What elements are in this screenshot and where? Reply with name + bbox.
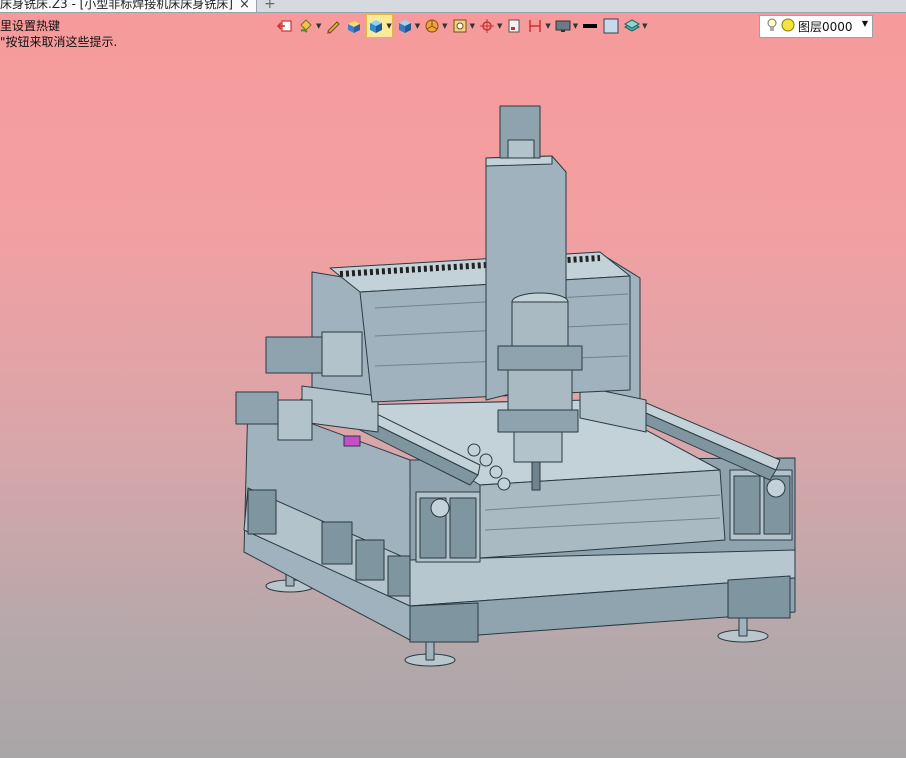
color-swatch-button[interactable] <box>602 15 620 37</box>
line-black-icon <box>581 17 599 35</box>
gantry-beam <box>329 251 631 403</box>
hotkey-hint-text: 里设置热键 <box>0 19 61 33</box>
layers-icon <box>623 17 641 35</box>
render-cube-icon <box>396 17 414 35</box>
pencil-icon <box>324 17 342 35</box>
paint-bucket-icon <box>297 17 315 35</box>
color-swatch-icon <box>602 17 620 35</box>
dimension-icon <box>526 17 544 35</box>
shaded-cube-button[interactable]: ▼ <box>366 14 393 38</box>
chevron-down-icon[interactable]: ▼ <box>862 19 868 28</box>
cad-viewport[interactable] <box>0 40 906 758</box>
dimension-button[interactable]: ▼ <box>526 15 551 37</box>
render-cube-button[interactable]: ▼ <box>396 15 420 37</box>
exit-button[interactable] <box>276 15 294 37</box>
layer-name: 图层0000 <box>798 20 853 34</box>
view-frame-icon <box>451 17 469 35</box>
layers-button[interactable]: ▼ <box>623 15 648 37</box>
document-tab[interactable]: 床身铣床.Z3 - [小型非标焊接机床床身铣床] × <box>0 0 257 12</box>
light-bulb-icon[interactable] <box>766 18 778 35</box>
display-button[interactable]: ▼ <box>554 15 578 37</box>
box-solid-icon <box>345 17 363 35</box>
sheet-icon <box>505 17 523 35</box>
pie-filter-button[interactable]: ▼ <box>423 15 448 37</box>
view-frame-button[interactable]: ▼ <box>451 15 475 37</box>
line-black-button[interactable] <box>581 15 599 37</box>
snap-target-icon <box>478 17 496 35</box>
display-icon <box>554 17 572 35</box>
view-toolbar: ▼ ▼ ▼ ▼ ▼ ▼ ▼ ▼ ▼ <box>276 14 651 38</box>
close-icon[interactable]: × <box>239 0 250 12</box>
pencil-button[interactable] <box>324 15 342 37</box>
layer-select[interactable]: 图层0000 ▼ <box>759 15 873 38</box>
sheet-button[interactable] <box>505 15 523 37</box>
document-tab-title: 床身铣床.Z3 - [小型非标焊接机床床身铣床] <box>0 0 233 11</box>
paint-bucket-button[interactable]: ▼ <box>297 15 321 37</box>
y-axis-motor <box>265 331 363 377</box>
shaded-cube-icon <box>367 17 385 35</box>
layer-color-icon[interactable] <box>781 18 795 35</box>
new-tab-icon[interactable]: + <box>264 0 276 12</box>
leveling-foot-right <box>717 615 769 643</box>
pie-filter-icon <box>423 17 441 35</box>
document-tab-bar: 床身铣床.Z3 - [小型非标焊接机床床身铣床] × + <box>0 0 906 13</box>
box-solid-button[interactable] <box>345 15 363 37</box>
exit-icon <box>276 17 294 35</box>
snap-target-button[interactable]: ▼ <box>478 15 502 37</box>
milling-machine-model <box>235 105 796 667</box>
